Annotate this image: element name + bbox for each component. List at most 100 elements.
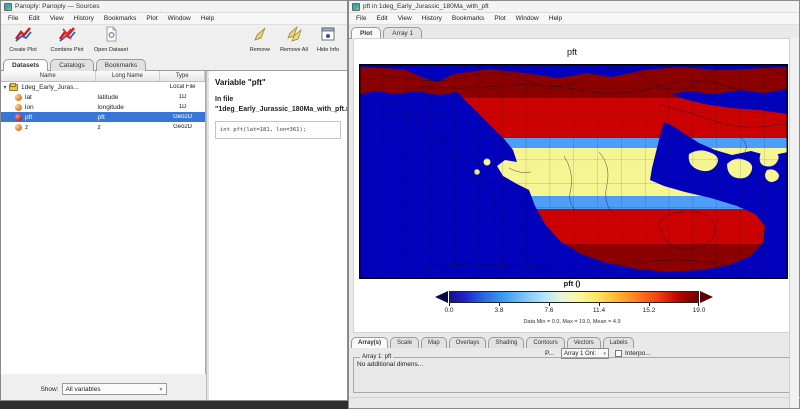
colorbar-label: pft () — [354, 279, 790, 288]
sources-window: Panoply: Panoply — Sources File Edit Vie… — [0, 0, 348, 401]
chevron-down-icon: ▾ — [160, 386, 163, 393]
plot-canvas: pft — [353, 38, 791, 333]
dataset-row-file[interactable]: ▾ 1deg_Early_Juras... Local File — [1, 82, 205, 92]
colorbar-tick: 15.2 — [634, 307, 664, 314]
colorbar-tick: 19.0 — [684, 307, 714, 314]
variable-declaration: int pft(lat=181, lon=361); — [215, 121, 341, 139]
tree-expander-icon[interactable]: ▾ — [1, 84, 9, 91]
taskbar-strip — [0, 401, 348, 409]
plot-menubar: File Edit View History Bookmarks Plot Wi… — [349, 13, 799, 25]
tab-datasets[interactable]: Datasets — [3, 59, 48, 71]
combine-plot-icon — [58, 26, 76, 42]
desktop: Panoply: Panoply — Sources File Edit Vie… — [0, 0, 800, 409]
open-dataset-icon — [102, 26, 120, 42]
sources-toolbar: Create Plot Combine Plot Open Dataset — [1, 25, 347, 57]
tab-vectors[interactable]: Vectors — [567, 337, 601, 348]
dataset-row-lat[interactable]: lat latitude 1D — [1, 92, 205, 102]
array-group-content: No additional dimens... — [357, 361, 423, 368]
show-filter-row: Show: All variables ▾ — [1, 381, 206, 397]
remove-all-icon — [285, 26, 303, 42]
sources-titlebar[interactable]: Panoply: Panoply — Sources — [1, 1, 347, 13]
sources-window-title: Panoply: Panoply — Sources — [15, 3, 100, 10]
column-header-long-name[interactable]: Long Name — [96, 71, 161, 81]
remove-button[interactable]: Remove — [243, 25, 277, 53]
plot-tabbar: Plot Array 1 — [349, 25, 799, 39]
graticule-grid — [359, 64, 788, 279]
plot-title: pft — [354, 47, 790, 57]
colorbar-tick: 7.6 — [534, 307, 564, 314]
pft-world-map — [359, 64, 788, 279]
menu-history[interactable]: History — [69, 15, 99, 22]
dataset-row-z[interactable]: z z Geo2D — [1, 122, 205, 132]
remove-all-button[interactable]: Remove All — [277, 25, 311, 53]
remove-icon — [251, 26, 269, 42]
column-header-type[interactable]: Type — [160, 71, 205, 81]
menu-bookmarks[interactable]: Bookmarks — [99, 15, 142, 22]
menu-file[interactable]: File — [3, 15, 23, 22]
interpolate-label: Interpo... — [625, 350, 651, 357]
hide-info-button[interactable]: Hide Info — [311, 25, 345, 53]
table-header: Name Long Name Type — [1, 71, 205, 82]
tab-scale[interactable]: Scale — [390, 337, 419, 348]
menu-edit[interactable]: Edit — [23, 15, 44, 22]
tab-arrays[interactable]: Array(s) — [351, 337, 388, 348]
colorbar-left-arrow — [435, 291, 448, 303]
menu-view[interactable]: View — [45, 15, 69, 22]
menu-file[interactable]: File — [351, 15, 371, 22]
dataset-tree-pane: Name Long Name Type ▾ 1deg_Early_Juras..… — [1, 71, 206, 400]
show-label: Show: — [40, 386, 58, 393]
menu-help[interactable]: Help — [196, 15, 219, 22]
plot-window: pft in 1deg_Early_Jurassic_180Ma_with_pf… — [348, 0, 800, 409]
colorbar-gradient — [449, 291, 699, 303]
variable-heading: Variable "pft" — [215, 78, 341, 87]
tab-labels[interactable]: Labels — [603, 337, 635, 348]
menu-plot[interactable]: Plot — [141, 15, 162, 22]
menu-edit[interactable]: Edit — [371, 15, 392, 22]
tab-bookmarks[interactable]: Bookmarks — [96, 59, 147, 71]
plot-app-icon — [352, 3, 360, 11]
tab-shading[interactable]: Shading — [488, 337, 524, 348]
variable-icon — [15, 94, 22, 101]
combine-plot-button[interactable]: Combine Plot — [45, 25, 89, 53]
colorbar-right-arrow — [700, 291, 713, 303]
menu-history[interactable]: History — [417, 15, 447, 22]
create-plot-button[interactable]: Create Plot — [1, 25, 45, 53]
variable-info-panel: Variable "pft" In file "1deg_Early_Juras… — [209, 71, 347, 400]
interpolate-checkbox[interactable] — [615, 350, 622, 357]
sources-menubar: File Edit View History Bookmarks Plot Wi… — [1, 13, 347, 25]
plot-control-tabs: Array(s) Scale Map Overlays Shading Cont… — [351, 333, 636, 347]
plot-combo-label: P... — [545, 350, 554, 357]
colorbar-tick: 3.8 — [484, 307, 514, 314]
scrollbar-strip — [789, 37, 799, 408]
menu-window[interactable]: Window — [511, 15, 544, 22]
tab-overlays[interactable]: Overlays — [449, 337, 487, 348]
chevron-down-icon: ▾ — [603, 351, 606, 357]
plot-titlebar[interactable]: pft in 1deg_Early_Jurassic_180Ma_with_pf… — [349, 1, 799, 13]
column-header-name[interactable]: Name — [1, 71, 96, 81]
menu-bookmarks[interactable]: Bookmarks — [447, 15, 490, 22]
in-file-label: In file — [215, 96, 341, 103]
variable-icon — [15, 114, 22, 121]
hide-info-icon — [319, 26, 337, 42]
menu-plot[interactable]: Plot — [489, 15, 510, 22]
menu-view[interactable]: View — [393, 15, 417, 22]
show-variables-select[interactable]: All variables ▾ — [62, 383, 167, 395]
dataset-row-pft[interactable]: pft pft Geo2D — [1, 112, 205, 122]
variable-icon — [15, 104, 22, 111]
tab-catalogs[interactable]: Catalogs — [50, 59, 94, 71]
menu-help[interactable]: Help — [544, 15, 567, 22]
file-name: "1deg_Early_Jurassic_180Ma_with_pft.nc" — [215, 106, 341, 113]
tab-map[interactable]: Map — [421, 337, 447, 348]
array-group-title: Array 1: pft — [360, 354, 393, 360]
tab-contours[interactable]: Contours — [526, 337, 564, 348]
plot-window-title: pft in 1deg_Early_Jurassic_180Ma_with_pf… — [363, 3, 489, 10]
array-group-box: Array 1: pft No additional dimens... — [353, 357, 793, 393]
colorbar-tick: 0.0 — [434, 307, 464, 314]
dataset-row-lon[interactable]: lon longitude 1D — [1, 102, 205, 112]
variable-icon — [15, 124, 22, 131]
folder-icon — [9, 84, 18, 91]
data-stats: Data Min = 0.0, Max = 19.0, Mean = 4.9 — [354, 319, 790, 325]
panoply-app-icon — [4, 3, 12, 11]
menu-window[interactable]: Window — [163, 15, 196, 22]
open-dataset-button[interactable]: Open Dataset — [89, 25, 133, 53]
